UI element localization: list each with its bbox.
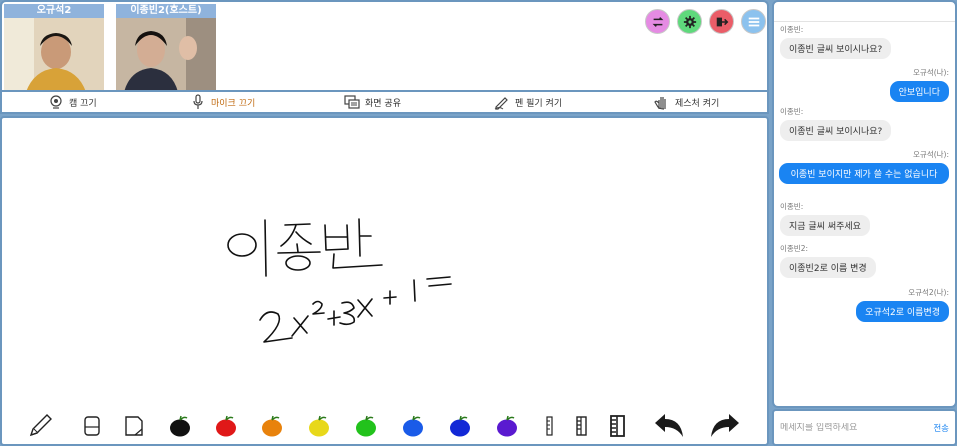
message-bubble: 이종빈 보이지만 제가 쓸 수는 없습니다 bbox=[779, 163, 949, 184]
chat-message: 이종빈: 지금 글씨 써주세요 bbox=[780, 201, 870, 236]
screen-share-button[interactable]: 화면 공유 bbox=[344, 92, 401, 112]
undo-button[interactable] bbox=[652, 412, 688, 440]
message-bubble: 지금 글씨 써주세요 bbox=[780, 215, 870, 236]
gear-icon bbox=[683, 15, 696, 28]
chat-message: 오규석2(나): 오규석2로 이름변경 bbox=[856, 287, 949, 322]
clear-page-button[interactable] bbox=[120, 412, 148, 440]
message-bubble: 오규석2로 이름변경 bbox=[856, 301, 949, 322]
apple-color-icon bbox=[262, 415, 282, 437]
message-bubble: 이종빈 글씨 보이시나요? bbox=[780, 120, 892, 141]
ruler-thin-icon bbox=[546, 416, 553, 436]
mic-toggle-button[interactable]: 마이크 끄기 bbox=[190, 92, 255, 112]
apple-color-icon bbox=[356, 415, 376, 437]
swap-icon bbox=[652, 16, 663, 27]
apple-color-icon bbox=[450, 415, 470, 437]
message-sender: 이종빈: bbox=[780, 107, 804, 116]
drawing-toolbar bbox=[22, 412, 762, 440]
participant-name: 오규석2 bbox=[4, 4, 104, 18]
apple-color-icon bbox=[403, 415, 423, 437]
redo-arrow-icon bbox=[711, 414, 739, 437]
message-bubble: 안보입니다 bbox=[889, 81, 949, 102]
screen-share-icon bbox=[344, 95, 360, 109]
message-sender: 이종빈2: bbox=[780, 244, 808, 253]
hand-wave-icon bbox=[654, 97, 666, 110]
whiteboard[interactable] bbox=[0, 116, 769, 446]
ruler-medium-icon bbox=[576, 416, 587, 436]
send-button[interactable]: 전송 bbox=[933, 422, 949, 434]
message-sender: 오규석(나): bbox=[913, 150, 949, 159]
eraser-tool-button[interactable] bbox=[78, 412, 106, 440]
color-green-button[interactable] bbox=[352, 412, 380, 440]
color-red-button[interactable] bbox=[212, 412, 240, 440]
message-bubble: 이종빈2로 이름 변경 bbox=[780, 257, 876, 278]
swap-button[interactable] bbox=[645, 9, 670, 34]
cam-toggle-button[interactable]: 캠 끄기 bbox=[48, 92, 97, 112]
exit-icon bbox=[716, 17, 728, 26]
page-icon bbox=[125, 416, 143, 436]
handwriting-drawing bbox=[227, 218, 452, 343]
chat-header bbox=[774, 2, 955, 22]
color-navy-button[interactable] bbox=[446, 412, 474, 440]
message-sender: 이종빈: bbox=[780, 25, 804, 34]
cam-toggle-label: 캠 끄기 bbox=[69, 98, 97, 109]
pen-writing-icon bbox=[494, 97, 508, 110]
apple-color-icon bbox=[497, 415, 517, 437]
mic-toggle-label: 마이크 끄기 bbox=[211, 98, 256, 109]
message-sender: 오규석2(나): bbox=[908, 288, 949, 297]
undo-arrow-icon bbox=[655, 414, 683, 437]
pen-writing-button[interactable]: 펜 필기 켜기 bbox=[494, 92, 562, 112]
color-purple-button[interactable] bbox=[493, 412, 521, 440]
apple-color-icon bbox=[216, 415, 236, 437]
apple-color-icon bbox=[309, 415, 329, 437]
participant-name: 이종빈2(호스트) bbox=[116, 4, 216, 18]
chat-message: 이종빈: 이종빈 글씨 보이시나요? bbox=[780, 106, 892, 141]
chat-message-input[interactable] bbox=[780, 422, 934, 433]
control-bar: 캠 끄기 마이크 끄기 화면 공유 펜 필기 켜기 제스처 켜기 bbox=[0, 90, 769, 114]
color-yellow-button[interactable] bbox=[305, 412, 333, 440]
video-strip: 오규석2 이종빈2(호스트) bbox=[0, 0, 769, 92]
color-orange-button[interactable] bbox=[258, 412, 286, 440]
eraser-icon bbox=[84, 416, 100, 436]
pen-icon bbox=[29, 414, 52, 437]
gesture-button[interactable]: 제스처 켜기 bbox=[654, 92, 719, 112]
message-bubble: 이종빈 글씨 보이시나요? bbox=[780, 38, 892, 59]
color-black-button[interactable] bbox=[166, 412, 194, 440]
message-sender: 오규석(나): bbox=[913, 68, 949, 77]
chat-message: 이종빈2: 이종빈2로 이름 변경 bbox=[780, 243, 876, 278]
redo-button[interactable] bbox=[706, 412, 742, 440]
chat-input-bar: 전송 bbox=[772, 409, 957, 446]
screen-share-label: 화면 공유 bbox=[365, 98, 401, 109]
thickness-thick-button[interactable] bbox=[604, 412, 632, 440]
chat-message: 이종빈: 이종빈 글씨 보이시나요? bbox=[780, 24, 892, 59]
microphone-icon bbox=[193, 94, 203, 109]
ruler-thick-icon bbox=[610, 415, 625, 437]
color-blue-button[interactable] bbox=[399, 412, 427, 440]
pen-writing-label: 펜 필기 켜기 bbox=[515, 98, 563, 109]
chat-message: 오규석(나): 안보입니다 bbox=[889, 67, 949, 102]
menu-icon bbox=[748, 17, 759, 26]
chat-message: 오규석(나): 이종빈 보이지만 제가 쓸 수는 없습니다 bbox=[779, 149, 949, 184]
gesture-label: 제스처 켜기 bbox=[675, 98, 720, 109]
exit-button[interactable] bbox=[709, 9, 734, 34]
video-tile-participant-2[interactable]: 이종빈2(호스트) bbox=[116, 4, 216, 92]
settings-button[interactable] bbox=[677, 9, 702, 34]
webcam-icon bbox=[50, 95, 62, 109]
video-tile-participant-1[interactable]: 오규석2 bbox=[4, 4, 104, 92]
pen-tool-button[interactable] bbox=[26, 412, 54, 440]
message-sender: 이종빈: bbox=[780, 202, 804, 211]
apple-color-icon bbox=[170, 415, 190, 437]
thickness-thin-button[interactable] bbox=[536, 412, 564, 440]
thickness-medium-button[interactable] bbox=[568, 412, 596, 440]
menu-button[interactable] bbox=[741, 9, 766, 34]
chat-panel: 이종빈: 이종빈 글씨 보이시나요? 오규석(나): 안보입니다 이종빈: 이종… bbox=[772, 0, 957, 408]
